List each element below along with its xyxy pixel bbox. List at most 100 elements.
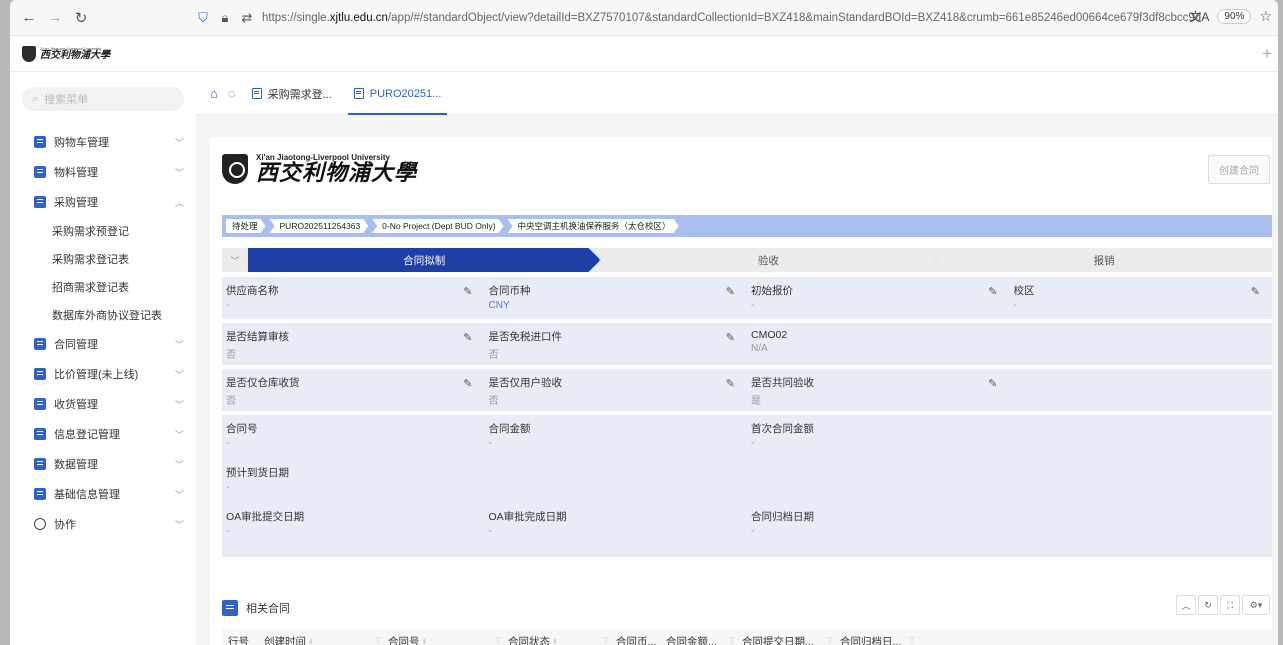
sidebar-subitem-register[interactable]: 采购需求登记表 [10,245,196,273]
edit-pencil-icon[interactable]: ✎ [463,331,472,344]
field-campus: 校区 - ✎ [1010,283,1273,319]
star-icon[interactable]: ☆ [1259,8,1272,25]
edit-pencil-icon[interactable]: ✎ [988,377,997,390]
step-reimbursement[interactable]: 报销 [934,248,1272,272]
column-label: 合同提交日期... [742,636,814,645]
sidebar-item-price-compare[interactable]: 比价管理(未上线) ﹀ [10,359,196,389]
edit-pencil-icon[interactable]: ✎ [726,331,735,344]
menu-doc-icon [34,458,46,470]
field-value: - [751,438,755,449]
column-header[interactable]: 行号 [228,634,264,645]
edit-pencil-icon[interactable]: ✎ [1251,285,1260,298]
field-label: OA审批提交日期 [226,511,305,523]
column-header[interactable]: 合同状态 ⬍ ⊤ [508,634,616,645]
filter-icon[interactable]: ⊤ [728,636,736,645]
sidebar-item-contracts[interactable]: 合同管理 ﹀ [10,329,196,359]
plus-icon[interactable]: + [1262,44,1272,64]
edit-pencil-icon[interactable]: ✎ [988,285,997,298]
sidebar-item-cart[interactable]: 购物车管理 ﹀ [10,127,196,157]
gear-icon[interactable]: ⚙▾ [1242,595,1270,615]
search-input[interactable]: ⌕ 搜索菜单 [22,87,184,111]
translate-icon[interactable]: 文A [1189,8,1209,25]
create-contract-button[interactable]: 创建合同 [1208,155,1270,184]
field-warehouse-only: 是否仅仓库收货否 ✎ [222,375,485,411]
field-settlement-review: 是否结算审核否 ✎ [222,329,485,365]
edit-pencil-icon[interactable]: ✎ [463,285,472,298]
edit-pencil-icon[interactable]: ✎ [463,377,472,390]
permissions-icon[interactable]: ⇄ [240,10,254,26]
field-value: 否 [226,350,236,361]
field-value: 否 [488,396,499,407]
column-header[interactable]: 合同币... [616,634,666,645]
sort-icon[interactable]: ⬍ [552,638,558,645]
field-label: CMO02 [751,329,788,341]
sidebar-subitem-external-agreement[interactable]: 数据库外商协议登记表 [10,301,196,329]
related-contracts-section: 相关合同 ︿ ↻ ⛶ ⚙▾ 行号 创建时间 ⬍ ⊤ 合同号 ⬍ ⊤ 合同状态 ⬍ ⊤ 合同币… [222,595,1272,645]
sidebar-item-receiving[interactable]: 收货管理 ﹀ [10,389,196,419]
field-value: - [226,438,230,449]
zoom-level[interactable]: 90% [1217,9,1252,24]
column-header[interactable]: 合同金额... ⊤ [666,634,742,645]
field-archive-date: 合同归档日期 - [747,509,1010,545]
forward-icon[interactable]: → [42,6,68,30]
sidebar-item-base-info[interactable]: 基础信息管理 ﹀ [10,479,196,509]
edit-pencil-icon[interactable]: ✎ [726,285,735,298]
tab-puro-detail[interactable]: PURO20251... [347,73,448,115]
field-value: N/A [751,343,768,354]
sidebar-item-label: 信息登记管理 [54,429,120,441]
chevron-down-icon: ﹀ [174,369,184,380]
status-badge: 待处理 [226,219,266,233]
column-label: 行号 [228,636,249,645]
filter-icon[interactable]: ⊤ [602,636,610,645]
field-label: 是否结算审核 [226,331,289,343]
logo-cn-text: 西交利物浦大學 [40,49,110,61]
address-bar[interactable]: ⛉ 🔒︎ ⇄ https://single.xjtlu.edu.cn/app/#… [196,0,1278,36]
field-empty [1010,421,1273,457]
back-icon[interactable]: ← [16,6,42,30]
fullscreen-icon[interactable]: ⛶ [1220,595,1240,615]
chevron-down-icon[interactable]: ﹀ [222,248,248,272]
url-text[interactable]: https://single.xjtlu.edu.cn/app/#/standa… [262,12,1201,24]
collapse-icon[interactable]: ︿ [1176,595,1196,615]
menu-doc-icon [34,338,46,350]
field-label: 合同归档日期 [751,511,814,523]
field-label: 合同金额 [488,423,531,435]
sidebar-item-procurement[interactable]: 采购管理 ︿ [10,187,196,217]
filter-icon[interactable]: ⊤ [826,636,834,645]
filter-icon[interactable]: ⊤ [494,636,502,645]
sidebar-item-data[interactable]: 数据管理 ﹀ [10,449,196,479]
sidebar-item-info-register[interactable]: 信息登记管理 ﹀ [10,419,196,449]
field-label: 供应商名称 [226,285,279,297]
field-label: 合同币种 [488,285,531,297]
step-acceptance[interactable]: 验收 [598,248,937,272]
tab-procurement-register[interactable]: 采购需求登... [246,73,338,115]
chevron-down-icon: ﹀ [174,489,184,500]
column-header[interactable]: 合同号 ⬍ ⊤ [388,634,508,645]
column-header[interactable]: 合同归档日... ⊤ [840,634,922,645]
shield-icon[interactable]: ⛉ [196,10,210,26]
step-contract-drafting[interactable]: 合同拟制 [248,248,601,272]
refresh-icon[interactable]: ◌ [228,86,236,101]
sort-icon[interactable]: ⬍ [422,638,428,645]
sidebar-subitem-tender[interactable]: 招商需求登记表 [10,273,196,301]
filter-icon[interactable]: ⊤ [908,636,916,645]
column-label: 合同状态 [508,636,550,645]
home-icon[interactable]: ⌂ [210,86,218,101]
refresh-icon[interactable]: ↻ [1198,595,1218,615]
reload-icon[interactable]: ↻ [68,6,94,30]
field-label: 是否免税进口件 [488,331,563,343]
column-header[interactable]: 创建时间 ⬍ ⊤ [264,634,388,645]
sidebar-subitem-pre-register[interactable]: 采购需求预登记 [10,217,196,245]
field-label: 预计到货日期 [226,467,289,479]
sidebar-item-materials[interactable]: 物料管理 ﹀ [10,157,196,187]
edit-pencil-icon[interactable]: ✎ [726,377,735,390]
sort-icon[interactable]: ⬍ [308,638,314,645]
main-content: Xi'an Jiaotong-Liverpool University 西交利物… [196,115,1278,645]
doc-icon [353,88,364,99]
filter-icon[interactable]: ⊤ [374,636,382,645]
column-header[interactable]: 合同提交日期... ⊤ [742,634,840,645]
field-contract-no: 合同号 - [222,421,485,457]
sidebar-item-collaboration[interactable]: 协作 ﹀ [10,509,196,539]
app-logo[interactable]: Xi'an Jiaotong-Liverpool University 西交利物… [22,45,110,62]
lock-icon[interactable]: 🔒︎ [218,10,232,26]
